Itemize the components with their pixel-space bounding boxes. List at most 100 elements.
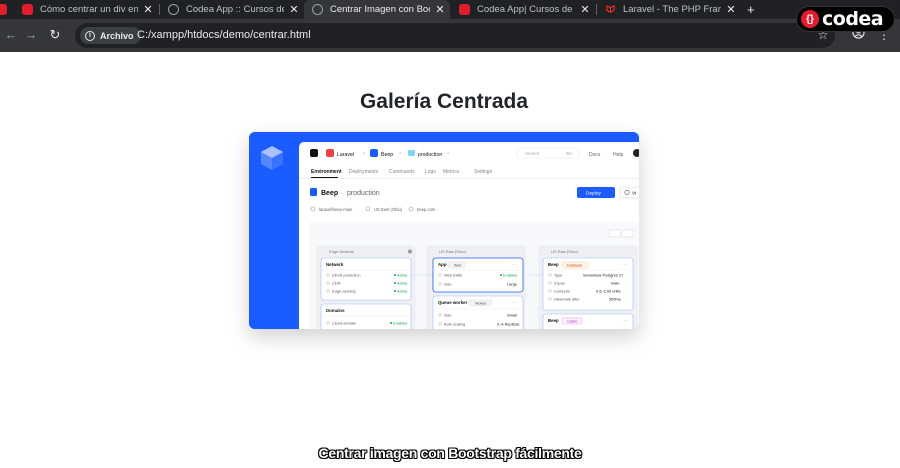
row-label: Hibernate after: [554, 297, 580, 302]
tab-title: Cómo centrar un div en B: [40, 4, 138, 15]
tab-title: Codea App :: Cursos de p: [186, 4, 284, 15]
row-value: Active: [397, 281, 408, 286]
card-title: Domains: [326, 308, 345, 313]
row-value: Enabled: [503, 273, 517, 278]
tab-strip: Cómo centrar un div en B ✕ Codea App :: …: [0, 0, 900, 19]
row-label: Auto scaling: [444, 322, 465, 327]
address-bar[interactable]: i Archivo C:/xampp/htdocs/demo/centrar.h…: [75, 23, 835, 48]
card-badge: Cache: [567, 320, 577, 324]
dashboard-screenshot: Laravel ⌃ Beep ⌃ production ⌃ Search ⌘K …: [249, 132, 639, 329]
globe-icon: [168, 4, 179, 15]
card-title: Network: [326, 262, 344, 267]
row-value: 300ms: [609, 297, 621, 302]
svg-text:···: ···: [622, 318, 627, 324]
row-label: DDoS protection: [332, 273, 361, 278]
tab-overflow[interactable]: [0, 0, 18, 19]
nav-tab-commands[interactable]: Commands: [389, 169, 415, 175]
tab-title: Laravel - The PHP Frame: [623, 4, 721, 15]
card-title: Queue worker: [438, 300, 468, 305]
docs-link[interactable]: Docs: [589, 152, 601, 158]
canvas-tool-button[interactable]: [608, 229, 621, 238]
breadcrumb-env[interactable]: production: [418, 152, 442, 158]
row-value: Active: [397, 289, 408, 294]
row-label: Size: [444, 282, 452, 287]
browser-toolbar: ← → ↻ i Archivo C:/xampp/htdocs/demo/cen…: [0, 19, 900, 52]
browser-window: Cómo centrar un div en B ✕ Codea App :: …: [0, 0, 900, 52]
row-label: Size: [444, 313, 452, 318]
breadcrumb-org[interactable]: Laravel: [337, 152, 354, 158]
row-label: Vcpus: [554, 281, 565, 286]
nav-tab-metrics[interactable]: Metrics: [443, 169, 460, 175]
tab-item[interactable]: Codea App| Cursos de p ✕: [459, 0, 591, 19]
nav-tab-deployments[interactable]: Deployments: [349, 169, 379, 175]
row-value: main: [611, 281, 619, 286]
card-title: App: [438, 262, 447, 267]
chip-label: Archivo: [100, 30, 134, 41]
watermark-text: codea: [822, 8, 884, 30]
gallery-image: Laravel ⌃ Beep ⌃ production ⌃ Search ⌘K …: [249, 132, 639, 329]
svg-text:···: ···: [622, 262, 627, 268]
svg-text:···: ···: [512, 300, 517, 306]
tab-item[interactable]: Laravel - The PHP Frame ✕: [605, 0, 737, 19]
codea-favicon-icon: [459, 4, 470, 15]
url-text[interactable]: C:/xampp/htdocs/demo/centrar.html: [137, 29, 311, 41]
card-badge: Worker: [475, 302, 487, 306]
tab-item-active[interactable]: Centrar Imagen con Boot ✕: [304, 0, 450, 19]
app-logo-icon: [310, 149, 318, 157]
column-header-app: US East (Ohio): [439, 249, 467, 254]
breadcrumb-app[interactable]: Beep: [381, 152, 393, 158]
page-title: Galería Centrada: [359, 90, 529, 113]
nav-tab-environment[interactable]: Environment: [311, 169, 342, 175]
row-value: 2–4 Replicas: [497, 322, 520, 327]
deploy-label: Deploy: [586, 191, 602, 197]
back-arrow-icon[interactable]: ←: [2, 26, 20, 44]
new-tab-button[interactable]: +: [747, 0, 755, 19]
row-label: CDN: [332, 281, 341, 286]
codea-mark-icon: {}: [801, 10, 819, 28]
page-content: Galería Centrada Laravel ⌃ Beep ⌃ produc…: [0, 52, 900, 468]
row-value: Large: [507, 282, 517, 287]
tab-separator: [596, 4, 597, 15]
svg-text:⌃: ⌃: [398, 152, 402, 158]
svg-text:⌃: ⌃: [446, 152, 450, 158]
globe-icon: [312, 4, 323, 15]
tab-item[interactable]: Cómo centrar un div en B ✕: [22, 0, 154, 19]
card-badge: Web: [454, 264, 461, 268]
search-placeholder: Search: [525, 151, 540, 156]
row-label: Type: [554, 273, 562, 278]
card-badge: Database: [567, 264, 582, 268]
tab-item[interactable]: Codea App :: Cursos de p ✕: [168, 0, 300, 19]
reload-icon[interactable]: ↻: [46, 26, 64, 44]
laravel-icon: [605, 4, 616, 15]
site-info-chip[interactable]: i Archivo: [80, 27, 141, 44]
column-header-data: US East (Ohio): [551, 249, 579, 254]
info-icon: i: [85, 30, 95, 41]
card-title: Beep: [548, 318, 559, 323]
tab-title: Centrar Imagen con Boot: [330, 4, 430, 15]
tab-favicon: [0, 4, 7, 15]
meta-region: US East (Ohio): [374, 207, 403, 212]
row-label: Cloud domain: [332, 321, 356, 326]
meta-repo[interactable]: laravel/beep-main: [319, 207, 353, 212]
close-icon[interactable]: ✕: [725, 3, 737, 16]
forward-arrow-icon[interactable]: →: [22, 26, 40, 44]
help-link[interactable]: Help: [613, 152, 624, 158]
codea-watermark-logo: {} codea: [796, 6, 895, 32]
card-title: Beep: [548, 262, 559, 267]
close-icon[interactable]: ✕: [142, 3, 154, 16]
env-title-sep: ·: [340, 190, 342, 197]
close-icon[interactable]: ✕: [288, 3, 300, 16]
row-label: Edge caching: [332, 289, 356, 294]
canvas-tool-button[interactable]: [621, 229, 634, 238]
nav-tab-logs[interactable]: Logs: [425, 169, 436, 175]
env-title-app: Beep: [321, 190, 338, 197]
close-icon[interactable]: ✕: [434, 3, 446, 16]
meta-domain[interactable]: beep.com: [417, 207, 436, 212]
nav-tab-settings[interactable]: Settings: [474, 169, 493, 175]
search-shortcut: ⌘K: [566, 151, 573, 156]
row-value: Enabled: [393, 321, 407, 326]
view-label: Vi: [632, 191, 636, 197]
row-value: 0.5–2.00 units: [596, 289, 620, 294]
env-title-env: production: [347, 190, 380, 197]
close-icon[interactable]: ✕: [579, 3, 591, 16]
